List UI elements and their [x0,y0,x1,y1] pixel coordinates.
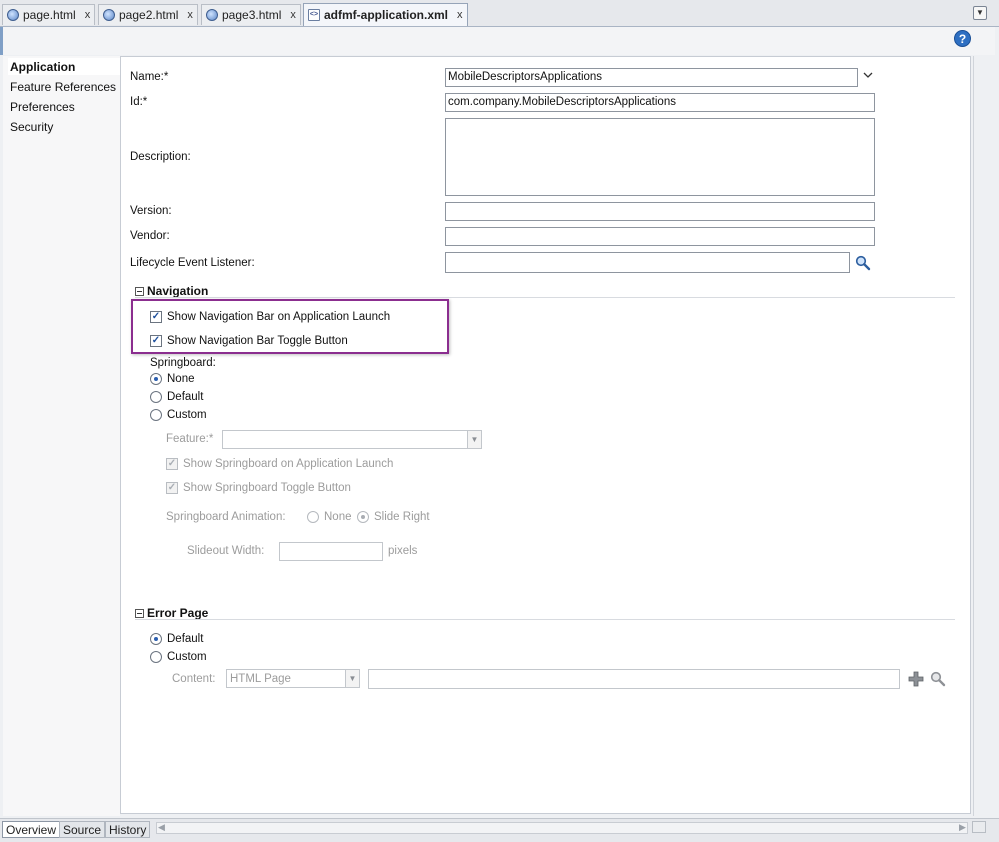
sidebar-item-application[interactable]: Application [10,60,75,74]
content-path-field[interactable] [368,669,900,689]
springboard-none-label: None [167,373,195,385]
springboard-none-radio[interactable] [150,373,162,385]
section-divider [135,619,955,620]
close-icon[interactable]: x [290,9,296,21]
help-icon[interactable]: ? [954,30,971,47]
vendor-field[interactable] [445,227,875,246]
slideout-width-field[interactable] [279,542,383,561]
name-label: Name:* [130,71,169,83]
vertical-scrollbar[interactable] [973,56,991,816]
search-icon[interactable] [855,255,871,274]
sidebar-item-preferences[interactable]: Preferences [10,100,75,114]
vendor-label: Vendor: [130,230,170,242]
animation-none-radio[interactable] [307,511,319,523]
scroll-right-icon[interactable]: ▶ [959,822,966,833]
error-page-section-header[interactable]: Error Page [135,606,208,620]
version-label: Version: [130,205,172,217]
springboard-default-label: Default [167,391,204,403]
collapse-icon[interactable] [135,608,144,618]
id-field[interactable]: com.company.MobileDescriptorsApplication… [445,93,875,112]
slideout-unit-label: pixels [388,545,418,557]
error-page-section-title: Error Page [147,606,209,620]
feature-select[interactable]: ▼ [222,430,482,449]
tab-label: page.html [23,8,76,22]
tab-overview[interactable]: Overview [2,821,61,838]
name-field[interactable]: MobileDescriptorsApplications [445,68,858,87]
description-textarea[interactable] [445,118,875,196]
feature-label: Feature:* [166,433,214,445]
chevron-down-icon[interactable] [863,71,873,82]
show-springboard-toggle-label: Show Springboard Toggle Button [183,482,351,494]
html-file-icon [206,9,218,21]
tab-page2-html[interactable]: page2.html x [98,4,198,25]
show-navbar-checkbox[interactable]: ✓ [150,311,162,323]
animation-slide-right-radio[interactable] [357,511,369,523]
scroll-left-icon[interactable]: ◀ [158,822,165,833]
tab-label: adfmf-application.xml [324,8,449,22]
html-file-icon [103,9,115,21]
tab-list-dropdown-icon[interactable]: ▼ [973,6,987,20]
close-icon[interactable]: x [187,9,193,21]
tab-label: page3.html [222,8,282,22]
content-type-select[interactable]: HTML Page ▼ [226,669,360,688]
add-icon[interactable] [908,671,924,690]
section-divider [135,297,955,298]
error-page-default-radio[interactable] [150,633,162,645]
show-navbar-toggle-checkbox[interactable]: ✓ [150,335,162,347]
slideout-width-label: Slideout Width: [187,545,265,557]
animation-slide-right-label: Slide Right [374,511,430,523]
dropdown-arrow-icon: ▼ [467,431,481,448]
xml-file-icon: <> [308,9,320,21]
navigation-section-header[interactable]: Navigation [135,284,208,298]
sidebar-item-feature-references[interactable]: Feature References [10,80,116,94]
tab-page3-html[interactable]: page3.html x [201,4,301,25]
lifecycle-listener-label: Lifecycle Event Listener: [130,257,255,269]
search-icon[interactable] [930,671,946,690]
tab-adfmf-application-xml[interactable]: <> adfmf-application.xml x [303,3,468,26]
tab-source[interactable]: Source [59,821,106,838]
springboard-animation-label: Springboard Animation: [166,511,286,523]
content-label: Content: [172,673,216,685]
overview-sidebar [3,56,120,816]
animation-none-label: None [324,511,352,523]
tab-label: page2.html [119,8,179,22]
springboard-default-radio[interactable] [150,391,162,403]
horizontal-scrollbar[interactable] [156,822,968,834]
tab-page-html[interactable]: page.html x [2,4,96,25]
editor-header-strip [0,27,995,55]
error-page-custom-radio[interactable] [150,651,162,663]
error-page-custom-label: Custom [167,651,207,663]
springboard-custom-radio[interactable] [150,409,162,421]
close-icon[interactable]: x [457,9,463,21]
tab-history[interactable]: History [105,821,151,838]
close-icon[interactable]: x [85,9,91,21]
show-springboard-launch-label: Show Springboard on Application Launch [183,458,394,470]
content-type-value: HTML Page [230,673,291,685]
show-navbar-toggle-label: Show Navigation Bar Toggle Button [167,335,348,347]
springboard-label: Springboard: [150,357,216,369]
collapse-icon[interactable] [135,286,144,296]
springboard-custom-label: Custom [167,409,207,421]
navigation-section-title: Navigation [147,284,209,298]
show-springboard-toggle-checkbox[interactable]: ✓ [166,482,178,494]
error-page-default-label: Default [167,633,204,645]
version-field[interactable] [445,202,875,221]
description-label: Description: [130,151,191,163]
show-navbar-label: Show Navigation Bar on Application Launc… [167,311,391,323]
scrollbar-corner [972,821,986,833]
html-file-icon [7,9,19,21]
sidebar-item-security[interactable]: Security [10,120,53,134]
show-springboard-launch-checkbox[interactable]: ✓ [166,458,178,470]
dropdown-arrow-icon: ▼ [345,670,359,687]
lifecycle-listener-field[interactable] [445,252,850,273]
id-label: Id:* [130,96,148,108]
